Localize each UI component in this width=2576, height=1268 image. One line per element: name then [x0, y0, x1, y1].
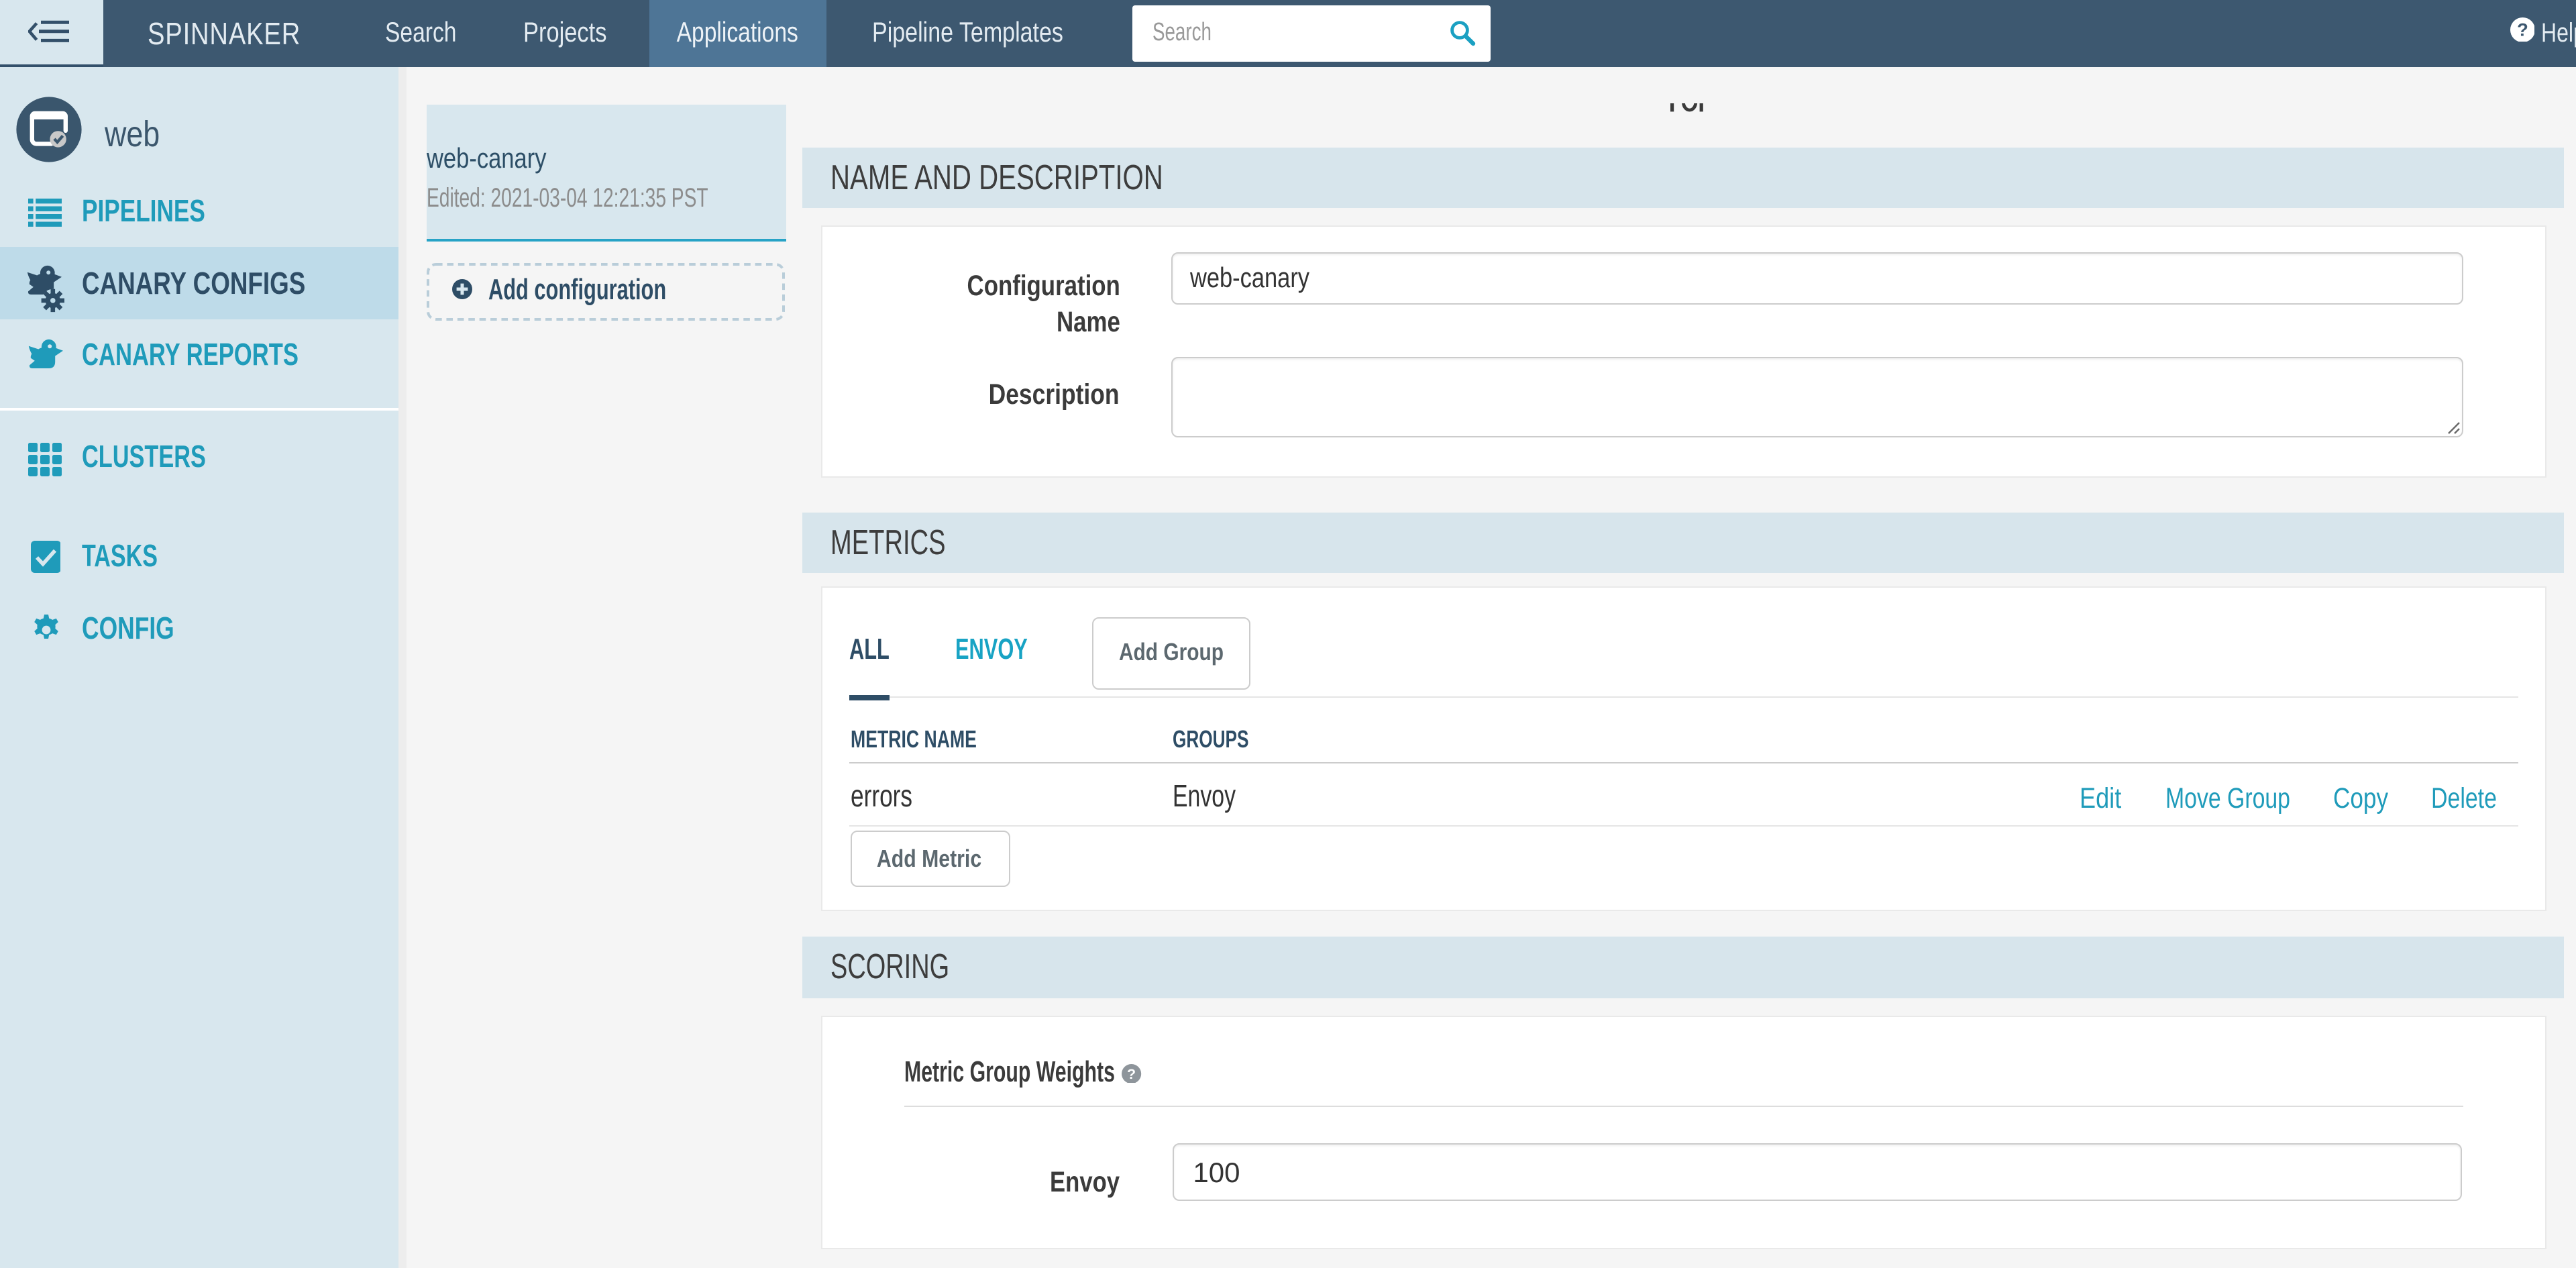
svg-text:?: ?: [2517, 19, 2528, 40]
svg-text:?: ?: [1128, 1066, 1136, 1082]
